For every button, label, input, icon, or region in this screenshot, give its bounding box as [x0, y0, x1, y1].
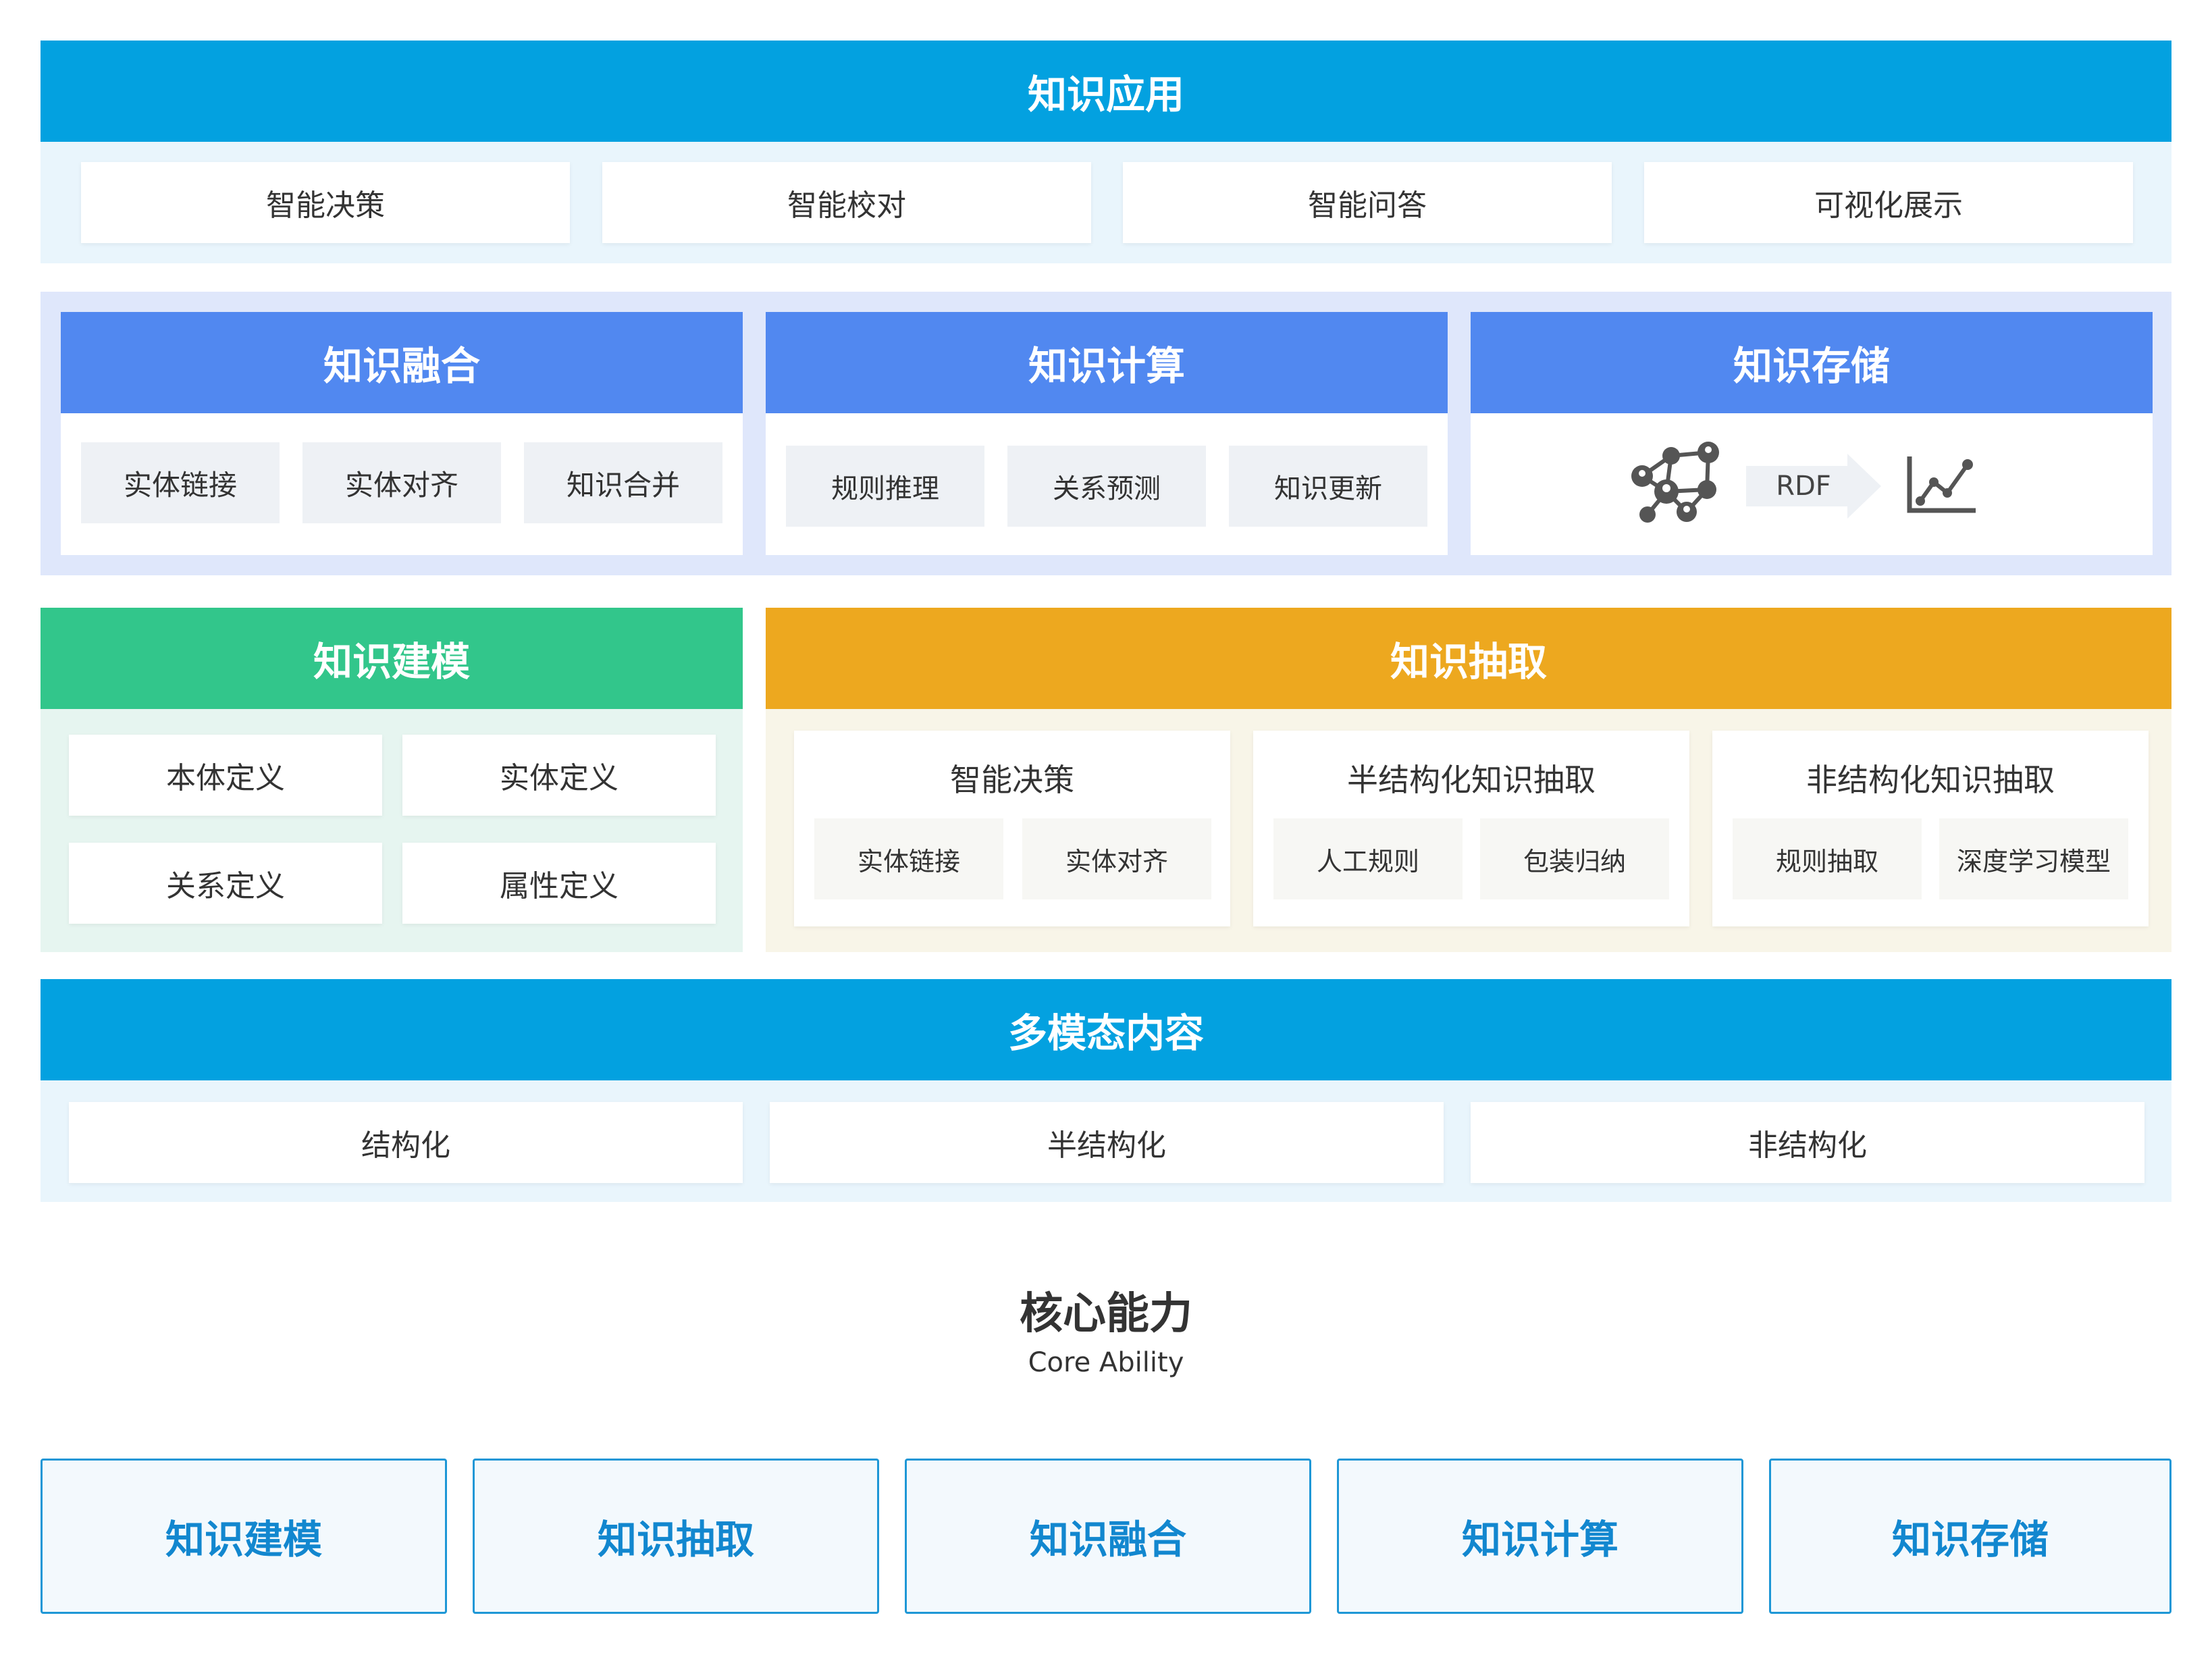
extraction-title: 知识抽取: [1390, 639, 1547, 685]
extraction-item[interactable]: 规则抽取: [1733, 818, 1922, 899]
compute-item[interactable]: 规则推理: [786, 446, 984, 527]
storage-title-bar: 知识存储: [1471, 312, 2153, 413]
fusion-item[interactable]: 实体对齐: [302, 442, 501, 523]
core-subtitle: Core Ability: [1028, 1347, 1184, 1378]
compute-title: 知识计算: [1028, 343, 1185, 389]
fusion-item[interactable]: 实体链接: [81, 442, 280, 523]
extraction-item[interactable]: 实体对齐: [1022, 818, 1211, 899]
core-item-fusion[interactable]: 知识融合: [905, 1459, 1311, 1614]
multimodal-title: 多模态内容: [1007, 1010, 1204, 1056]
extraction-group-title: 非结构化知识抽取: [1806, 762, 2055, 798]
modeling-item[interactable]: 本体定义: [69, 735, 382, 816]
modeling-item[interactable]: 关系定义: [69, 843, 382, 924]
fusion-title: 知识融合: [323, 343, 480, 389]
core-item-storage[interactable]: 知识存储: [1769, 1459, 2171, 1614]
compute-title-bar: 知识计算: [766, 312, 1448, 413]
extraction-group-title: 半结构化知识抽取: [1347, 762, 1596, 798]
application-title: 知识应用: [1027, 72, 1184, 117]
application-item[interactable]: 智能问答: [1123, 162, 1612, 243]
rdf-label: RDF: [1776, 471, 1831, 502]
extraction-item[interactable]: 深度学习模型: [1939, 818, 2128, 899]
application-title-bar: 知识应用: [41, 41, 2171, 142]
extraction-item[interactable]: 包装归纳: [1480, 818, 1669, 899]
core-title: 核心能力: [1020, 1289, 1192, 1339]
modeling-title: 知识建模: [313, 639, 470, 685]
line-chart-icon: [1907, 456, 1976, 513]
modeling-title-bar: 知识建模: [41, 608, 743, 709]
fusion-item[interactable]: 知识合并: [524, 442, 722, 523]
core-item-compute[interactable]: 知识计算: [1337, 1459, 1743, 1614]
multimodal-item[interactable]: 半结构化: [770, 1102, 1444, 1183]
core-item-extraction[interactable]: 知识抽取: [473, 1459, 879, 1614]
multimodal-title-bar: 多模态内容: [41, 979, 2171, 1080]
application-item[interactable]: 可视化展示: [1644, 162, 2133, 243]
core-item-modeling[interactable]: 知识建模: [41, 1459, 447, 1614]
modeling-item[interactable]: 属性定义: [402, 843, 716, 924]
storage-title: 知识存储: [1733, 343, 1890, 389]
knowledge-graph-icon: [1631, 442, 1719, 523]
fusion-title-bar: 知识融合: [61, 312, 743, 413]
modeling-item[interactable]: 实体定义: [402, 735, 716, 816]
application-item[interactable]: 智能决策: [81, 162, 570, 243]
extraction-group-title: 智能决策: [950, 762, 1074, 798]
multimodal-item[interactable]: 结构化: [69, 1102, 743, 1183]
multimodal-item[interactable]: 非结构化: [1471, 1102, 2144, 1183]
extraction-item[interactable]: 实体链接: [814, 818, 1003, 899]
compute-item[interactable]: 关系预测: [1007, 446, 1206, 527]
application-item[interactable]: 智能校对: [602, 162, 1091, 243]
compute-item[interactable]: 知识更新: [1229, 446, 1427, 527]
extraction-title-bar: 知识抽取: [766, 608, 2171, 709]
extraction-item[interactable]: 人工规则: [1273, 818, 1463, 899]
